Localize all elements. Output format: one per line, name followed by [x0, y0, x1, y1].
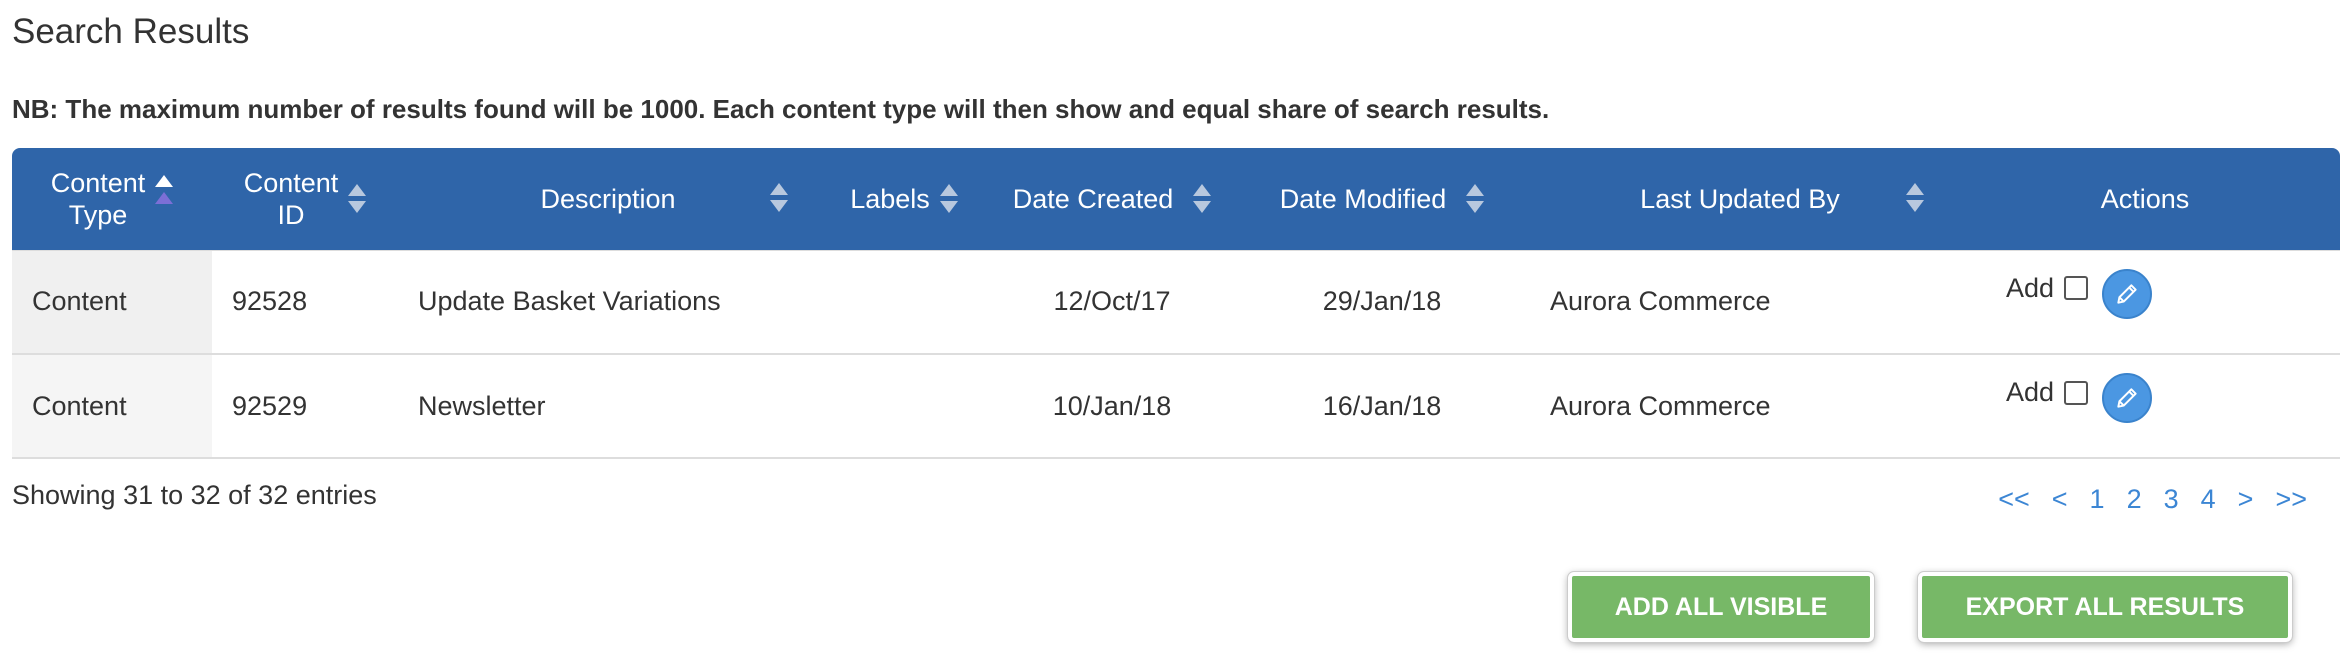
cell-content-type: Content [12, 354, 212, 458]
cell-date-modified: 16/Jan/18 [1322, 390, 1442, 421]
pager-last[interactable]: >> [2264, 484, 2318, 515]
column-label: Description [540, 183, 676, 214]
results-table: Content Type Content ID Description Labe… [12, 148, 2340, 459]
column-header-content-id[interactable]: Content ID [212, 148, 398, 250]
sort-arrows-icon[interactable] [1193, 183, 1212, 215]
column-header-description[interactable]: Description [398, 148, 818, 250]
pager-page-4[interactable]: 4 [2190, 484, 2227, 515]
results-limit-note: NB: The maximum number of results found … [12, 94, 1550, 124]
column-header-actions: Actions [1950, 148, 2340, 250]
add-checkbox[interactable] [2064, 276, 2089, 300]
sort-arrows-icon[interactable] [770, 182, 788, 214]
cell-content-id: 92529 [232, 390, 308, 421]
pager-next[interactable]: > [2227, 484, 2265, 515]
column-label: Actions [2100, 183, 2190, 214]
column-header-content-type[interactable]: Content Type [12, 148, 212, 250]
sort-arrows-icon[interactable] [348, 183, 367, 215]
entries-info: Showing 31 to 32 of 32 entries [12, 480, 377, 510]
add-checkbox-label[interactable]: Add [2006, 272, 2089, 304]
export-all-results-button[interactable]: EXPORT ALL RESULTS [1917, 571, 2293, 643]
sort-arrows-icon[interactable] [1906, 182, 1924, 214]
column-label: Content [243, 167, 339, 198]
add-label: Add [2006, 272, 2055, 303]
add-checkbox[interactable] [2064, 380, 2089, 405]
column-label: Type [68, 199, 128, 230]
edit-button[interactable] [2102, 268, 2152, 319]
pencil-icon [2117, 388, 2137, 408]
page-title: Search Results [12, 12, 250, 51]
sort-arrows-icon[interactable] [1466, 183, 1485, 215]
column-label: Labels [850, 183, 930, 214]
column-header-last-updated-by[interactable]: Last Updated By [1530, 148, 1950, 250]
sort-arrows-icon[interactable] [939, 183, 958, 215]
column-label: Date Created [1012, 183, 1174, 214]
add-checkbox-label[interactable]: Add [2006, 377, 2089, 408]
pager-first[interactable]: << [1987, 484, 2041, 515]
cell-last-updated-by: Aurora Commerce [1550, 390, 1771, 421]
pencil-icon [2117, 283, 2137, 304]
pager-page-1[interactable]: 1 [2079, 484, 2116, 515]
cell-content-id: 92528 [212, 249, 398, 354]
cell-actions: Add [1950, 354, 2340, 458]
column-label: Content [50, 167, 146, 198]
edit-button[interactable] [2102, 373, 2152, 423]
column-label: Date Modified [1279, 183, 1447, 214]
cell-date-modified: 29/Jan/18 [1234, 249, 1530, 354]
column-label: Last Updated By [1640, 183, 1840, 214]
column-header-labels[interactable]: Labels [818, 148, 990, 250]
pager-page-2[interactable]: 2 [2116, 484, 2153, 515]
table-row: Content 92528 Update Basket Variations 1… [12, 249, 2340, 354]
add-all-visible-button[interactable]: ADD ALL VISIBLE [1567, 571, 1875, 643]
cell-date-created: 10/Jan/18 [1052, 390, 1172, 421]
cell-labels [818, 354, 990, 458]
cell-content-type: Content [12, 249, 212, 354]
table-header-row: Content Type Content ID Description Labe… [12, 148, 2340, 250]
cell-date-created: 12/Oct/17 [990, 249, 1234, 354]
cell-last-updated-by: Aurora Commerce [1530, 249, 1950, 354]
pagination: << < 1 2 3 4 > >> [1987, 484, 2318, 515]
sort-ascending-icon[interactable] [155, 174, 174, 206]
column-header-date-created[interactable]: Date Created [990, 148, 1234, 250]
cell-labels [818, 249, 990, 354]
column-header-date-modified[interactable]: Date Modified [1234, 148, 1530, 250]
cell-description: Newsletter [418, 390, 546, 421]
pager-prev[interactable]: < [2041, 484, 2079, 515]
add-label: Add [2006, 377, 2055, 407]
cell-description: Update Basket Variations [398, 249, 818, 354]
pager-page-3[interactable]: 3 [2153, 484, 2190, 515]
table-row: Content 92529 Newsletter 10/Jan/18 16/Ja… [12, 354, 2340, 458]
column-label: ID [277, 199, 305, 230]
cell-actions: Add [1950, 249, 2340, 354]
